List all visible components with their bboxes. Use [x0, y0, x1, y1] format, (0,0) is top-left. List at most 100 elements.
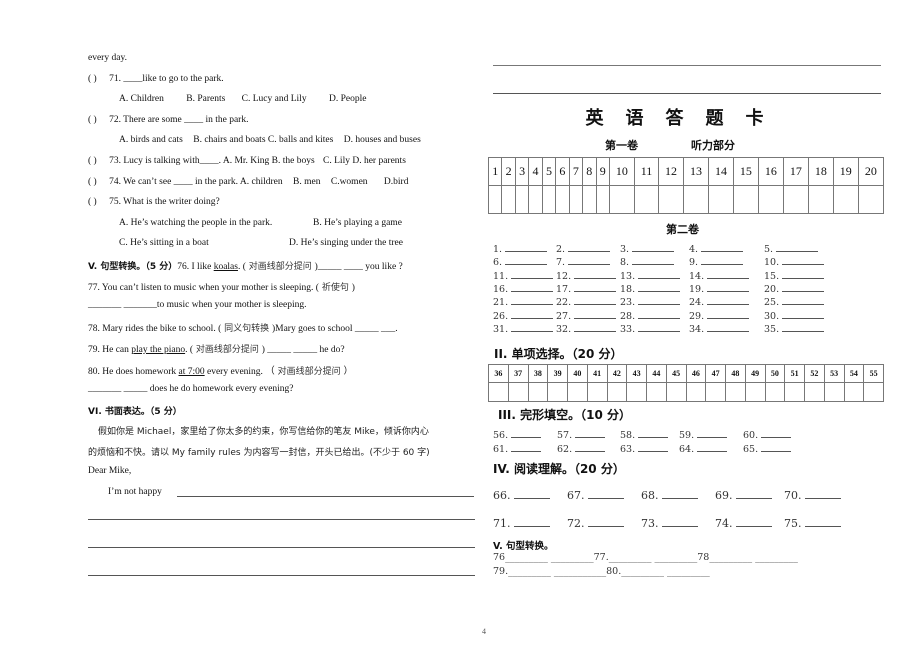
q77-answer-line[interactable]: _______ _______to music when your mother…: [88, 300, 306, 310]
answer-blank[interactable]: [568, 242, 611, 252]
answer-blank[interactable]: [587, 489, 624, 499]
answer-blank[interactable]: [574, 322, 617, 332]
answer-cell[interactable]: [857, 185, 885, 214]
writing-line[interactable]: [88, 575, 475, 576]
answer-cell[interactable]: [514, 185, 530, 214]
answer-blank[interactable]: [568, 255, 611, 266]
answer-cell[interactable]: [764, 382, 786, 402]
answer-cell[interactable]: [823, 382, 845, 402]
answer-cell[interactable]: [705, 382, 726, 402]
answer-blank[interactable]: [511, 442, 542, 452]
answer-paren[interactable]: ( ): [88, 74, 97, 84]
answer-blank[interactable]: [707, 269, 750, 279]
answer-paren[interactable]: ( ): [88, 177, 97, 187]
answer-cell[interactable]: [501, 185, 516, 214]
answer-blank[interactable]: [701, 255, 744, 266]
answer-cell[interactable]: [488, 382, 509, 402]
answer-cell[interactable]: [568, 185, 584, 214]
answer-cell[interactable]: [586, 382, 608, 402]
answer-blank[interactable]: [761, 442, 792, 452]
answer-blank[interactable]: [735, 517, 772, 527]
answer-cell[interactable]: [744, 382, 766, 402]
answer-blank[interactable]: [776, 242, 819, 252]
answer-blank[interactable]: [511, 428, 542, 438]
answer-cell[interactable]: [487, 185, 503, 214]
answer-blank[interactable]: [632, 242, 675, 252]
answer-blank[interactable]: [638, 309, 681, 319]
answer-blank[interactable]: [707, 295, 750, 306]
answer-blank[interactable]: [638, 295, 681, 306]
answer-blank[interactable]: [574, 309, 617, 319]
answer-cell[interactable]: [707, 185, 734, 214]
answer-blank[interactable]: [782, 322, 825, 332]
answer-cell[interactable]: [507, 382, 529, 402]
answer-cell[interactable]: [633, 185, 660, 214]
answer-cell[interactable]: [843, 382, 865, 402]
answer-cell[interactable]: [608, 185, 635, 214]
writing-line[interactable]: [88, 519, 475, 520]
q80-answer-line[interactable]: _______ _____ does he do homework every …: [88, 384, 294, 394]
answer-cell[interactable]: [626, 382, 647, 402]
q79-blanks[interactable]: ) _____ _____ he do?: [262, 345, 345, 355]
writing-line[interactable]: [88, 547, 475, 548]
answer-blank[interactable]: [511, 309, 554, 319]
answer-cell[interactable]: [606, 382, 628, 402]
answer-blank[interactable]: [575, 442, 606, 452]
answer-cell[interactable]: [725, 382, 746, 402]
answer-cell[interactable]: [685, 382, 707, 402]
answer-blank[interactable]: [782, 309, 825, 319]
answer-cell[interactable]: [646, 382, 667, 402]
answer-blank[interactable]: [697, 442, 728, 452]
answer-cell[interactable]: [528, 185, 543, 214]
q76-blanks[interactable]: )_____ ____ you like ?: [315, 262, 403, 272]
answer-cell[interactable]: [658, 185, 684, 214]
answer-blank[interactable]: [574, 295, 617, 306]
answer-paren[interactable]: ( ): [88, 197, 97, 207]
answer-blank[interactable]: [735, 489, 772, 499]
answer-cell[interactable]: [863, 382, 884, 402]
answer-blank[interactable]: [707, 309, 750, 319]
answer-blank[interactable]: [782, 295, 825, 306]
answer-cell[interactable]: [782, 185, 809, 214]
answer-cell[interactable]: [665, 382, 687, 402]
answer-blank[interactable]: [511, 295, 554, 306]
answer-blank[interactable]: [511, 322, 554, 332]
answer-blank[interactable]: [782, 282, 825, 292]
answer-blank[interactable]: [661, 517, 698, 527]
answer-cell[interactable]: [804, 382, 825, 402]
answer-cell[interactable]: [582, 185, 597, 214]
answer-blank[interactable]: [574, 282, 617, 292]
answer-cell[interactable]: [555, 185, 570, 214]
answer-blank[interactable]: [505, 255, 548, 266]
answer-cell[interactable]: [784, 382, 805, 402]
answer-blank[interactable]: [707, 322, 750, 332]
transform-answer-line[interactable]: 76_________ _________77._________ ______…: [493, 552, 798, 563]
q78-blanks[interactable]: )Mary goes to school _____ ___.: [272, 324, 398, 334]
answer-cell[interactable]: [567, 382, 588, 402]
writing-line[interactable]: [177, 496, 474, 497]
answer-blank[interactable]: [575, 428, 606, 438]
answer-blank[interactable]: [804, 517, 841, 527]
answer-cell[interactable]: [595, 185, 610, 214]
answer-blank[interactable]: [638, 282, 681, 292]
answer-blank[interactable]: [638, 442, 669, 452]
answer-cell[interactable]: [541, 185, 557, 214]
answer-blank[interactable]: [511, 269, 554, 279]
answer-blank[interactable]: [661, 489, 698, 499]
class-line[interactable]: [493, 93, 881, 94]
answer-cell[interactable]: [807, 185, 834, 214]
answer-blank[interactable]: [513, 517, 550, 527]
answer-cell[interactable]: [757, 185, 784, 214]
answer-blank[interactable]: [574, 269, 617, 279]
answer-cell[interactable]: [832, 185, 859, 214]
answer-blank[interactable]: [804, 489, 841, 499]
answer-cell[interactable]: [527, 382, 549, 402]
answer-blank[interactable]: [638, 269, 681, 279]
answer-paren[interactable]: ( ): [88, 115, 97, 125]
answer-blank[interactable]: [782, 255, 825, 266]
answer-cell[interactable]: [732, 185, 759, 214]
answer-blank[interactable]: [632, 255, 675, 266]
answer-blank[interactable]: [761, 428, 792, 438]
answer-blank[interactable]: [511, 282, 554, 292]
answer-blank[interactable]: [505, 242, 548, 252]
